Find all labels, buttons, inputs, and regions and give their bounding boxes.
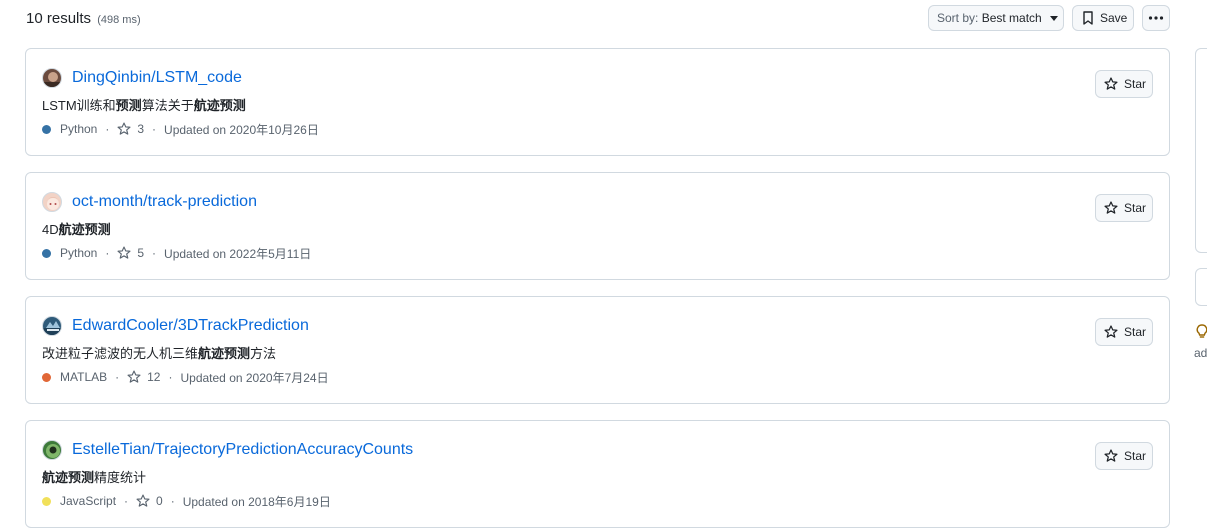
repo-meta: MATLAB · 12 · Updated on 2020年7月24日 xyxy=(42,369,329,385)
owner-avatar[interactable] xyxy=(42,316,62,336)
sidebar-tip-text: ad xyxy=(1194,346,1207,360)
save-button[interactable]: Save xyxy=(1072,5,1134,31)
updated-date: Updated on 2020年10月26日 xyxy=(164,122,319,137)
star-count[interactable]: 3 xyxy=(137,122,144,136)
separator: · xyxy=(105,122,110,136)
save-label: Save xyxy=(1100,11,1128,25)
sort-value: Best match xyxy=(981,11,1042,25)
separator: · xyxy=(170,494,175,508)
star-icon[interactable] xyxy=(127,370,141,384)
search-result-card: EdwardCooler/3DTrackPrediction 改进粒子滤波的无人… xyxy=(25,296,1170,404)
star-button-label: Star xyxy=(1124,77,1147,91)
sort-dropdown[interactable]: Sort by: Best match xyxy=(928,5,1064,31)
results-toolbar: 10 results (498 ms) Sort by: Best match … xyxy=(0,0,1207,40)
owner-avatar[interactable] xyxy=(42,68,62,88)
star-button[interactable]: Star xyxy=(1095,194,1153,222)
language-label: MATLAB xyxy=(60,370,108,384)
separator: · xyxy=(124,494,129,508)
star-button-label: Star xyxy=(1124,449,1147,463)
star-count[interactable]: 12 xyxy=(147,370,160,384)
star-count[interactable]: 0 xyxy=(156,494,163,508)
language-label: JavaScript xyxy=(60,494,117,508)
separator: · xyxy=(168,370,173,384)
star-icon xyxy=(1104,77,1118,90)
more-options-button[interactable] xyxy=(1142,5,1170,31)
language-color-dot xyxy=(42,248,51,258)
language-label: Python xyxy=(60,246,98,260)
repo-meta: Python · 5 · Updated on 2022年5月11日 xyxy=(42,245,311,261)
results-count: 10 results (498 ms) xyxy=(26,10,141,27)
repo-meta: Python · 3 · Updated on 2020年10月26日 xyxy=(42,121,319,137)
sidebar-panel-secondary xyxy=(1195,268,1207,306)
language-label: Python xyxy=(60,122,98,136)
language-color-dot xyxy=(42,496,51,506)
kebab-horizontal-icon xyxy=(1148,16,1164,20)
repo-link[interactable]: oct-month/track-prediction xyxy=(72,193,257,211)
repo-description: 航迹预测精度统计 xyxy=(42,470,147,485)
sidebar-panel xyxy=(1195,48,1207,253)
search-result-card: oct-month/track-prediction 4D航迹预测 Python… xyxy=(25,172,1170,280)
updated-date: Updated on 2018年6月19日 xyxy=(182,494,331,509)
results-count-label: 10 results xyxy=(26,10,92,27)
star-icon[interactable] xyxy=(136,494,150,508)
separator: · xyxy=(152,122,157,136)
caret-down-icon xyxy=(1049,15,1058,21)
sort-prefix: Sort by: xyxy=(937,11,979,25)
separator: · xyxy=(115,370,120,384)
search-result-card: DingQinbin/LSTM_code LSTM训练和预测算法关于航迹预测 P… xyxy=(25,48,1170,156)
repo-meta: JavaScript · 0 · Updated on 2018年6月19日 xyxy=(42,493,331,509)
star-button[interactable]: Star xyxy=(1095,442,1153,470)
repo-link[interactable]: DingQinbin/LSTM_code xyxy=(72,69,242,87)
star-button[interactable]: Star xyxy=(1095,70,1153,98)
updated-date: Updated on 2020年7月24日 xyxy=(180,370,329,385)
star-button-label: Star xyxy=(1124,201,1147,215)
repo-link[interactable]: EstelleTian/TrajectoryPredictionAccuracy… xyxy=(72,441,413,459)
star-button-label: Star xyxy=(1124,325,1147,339)
star-icon xyxy=(1104,449,1118,462)
repo-link[interactable]: EdwardCooler/3DTrackPrediction xyxy=(72,317,309,335)
bookmark-icon xyxy=(1083,11,1093,25)
star-icon xyxy=(1104,325,1118,338)
search-result-card: EstelleTian/TrajectoryPredictionAccuracy… xyxy=(25,420,1170,528)
separator: · xyxy=(105,246,110,260)
repo-description: LSTM训练和预测算法关于航迹预测 xyxy=(42,98,246,113)
separator: · xyxy=(152,246,157,260)
star-button[interactable]: Star xyxy=(1095,318,1153,346)
repo-description: 改进粒子滤波的无人机三维航迹预测方法 xyxy=(42,346,277,361)
results-time: (498 ms) xyxy=(97,14,141,26)
owner-avatar[interactable] xyxy=(42,192,62,212)
language-color-dot xyxy=(42,124,51,134)
lightbulb-icon xyxy=(1196,324,1207,338)
star-icon[interactable] xyxy=(117,122,131,136)
updated-date: Updated on 2022年5月11日 xyxy=(164,246,312,261)
star-icon[interactable] xyxy=(117,246,131,260)
owner-avatar[interactable] xyxy=(42,440,62,460)
repo-description: 4D航迹预测 xyxy=(42,222,111,237)
star-icon xyxy=(1104,201,1118,214)
language-color-dot xyxy=(42,372,51,382)
star-count[interactable]: 5 xyxy=(137,246,144,260)
